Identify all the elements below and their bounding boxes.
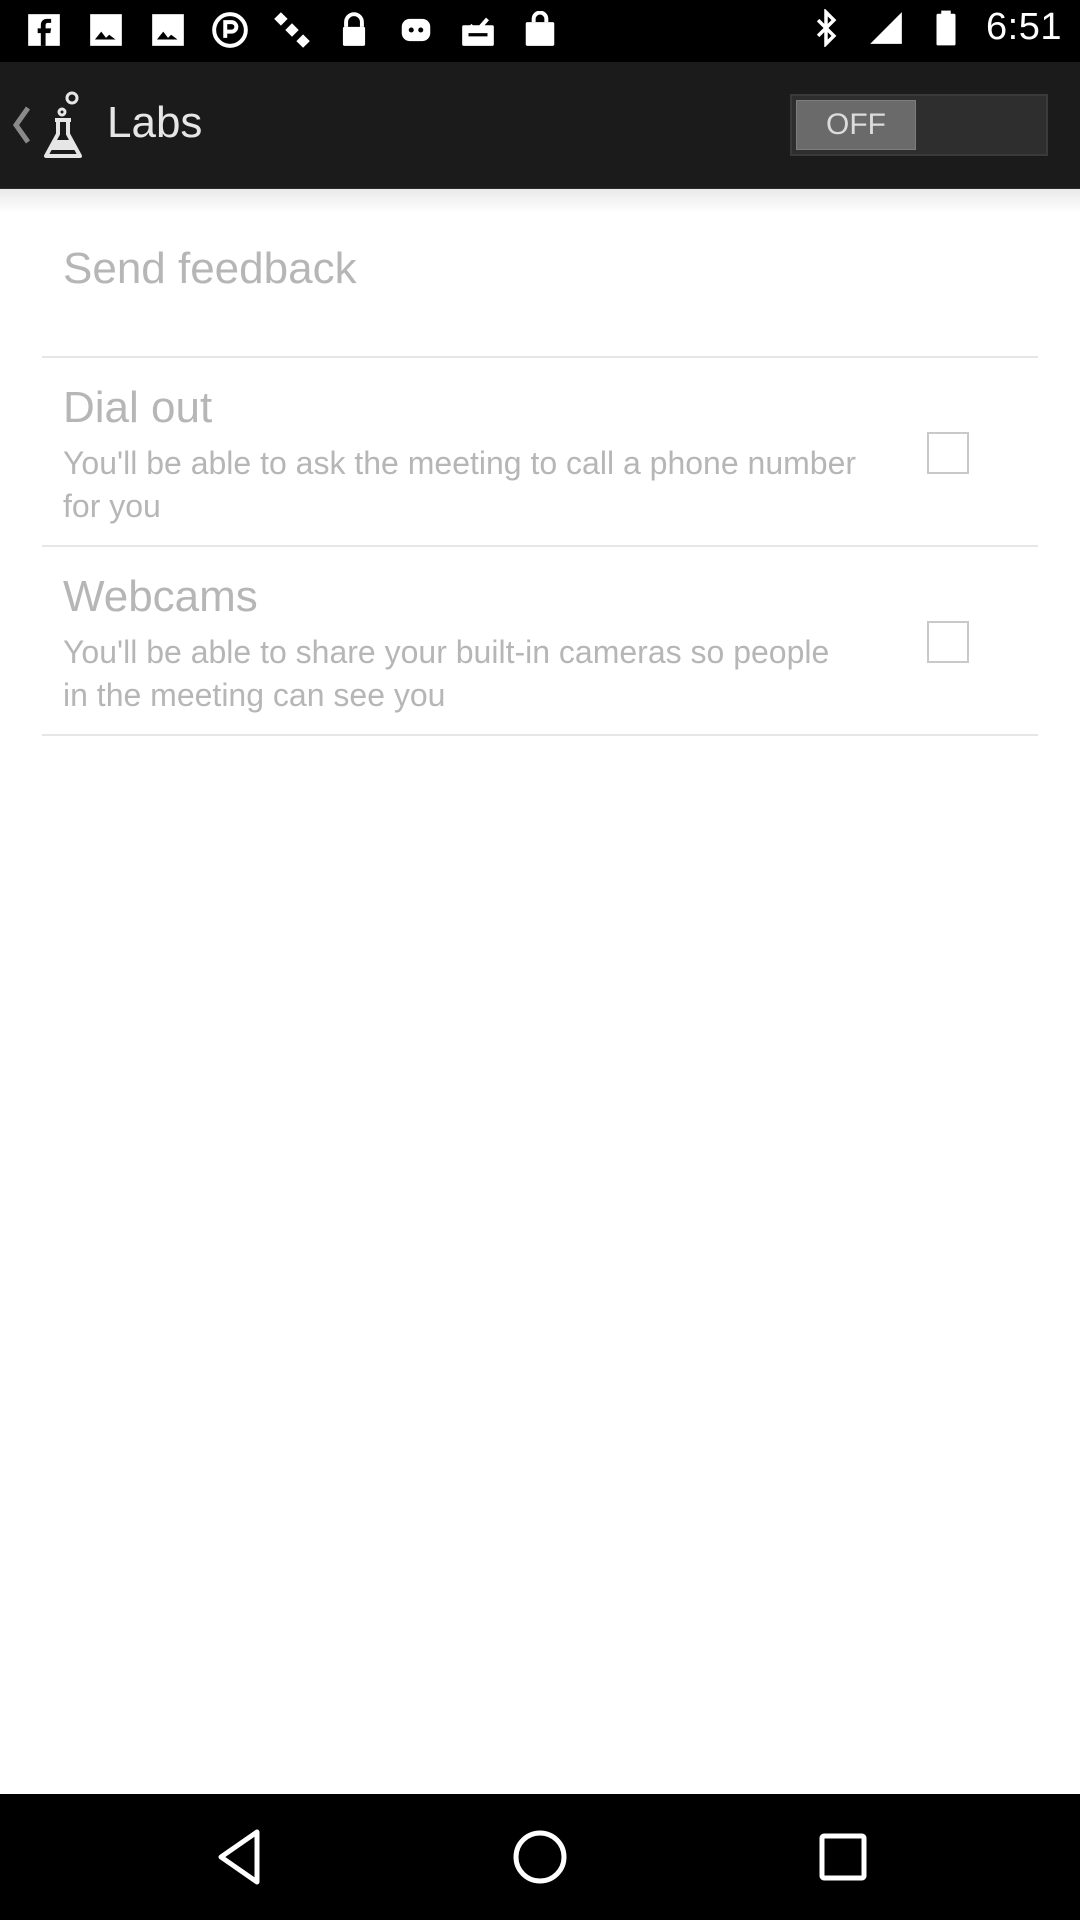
dial-out-description: You'll be able to ask the meeting to cal… — [63, 445, 857, 524]
robot-icon — [396, 10, 436, 50]
circle-p-icon — [210, 10, 250, 50]
bluetooth-icon — [806, 8, 846, 48]
signal-icon — [866, 8, 906, 48]
chevron-left-icon[interactable] — [8, 102, 34, 148]
status-bar: 6:51 — [0, 0, 1080, 62]
lock-icon — [334, 10, 374, 50]
inbox-check-icon — [458, 10, 498, 50]
home-icon[interactable] — [507, 1824, 573, 1890]
status-time: 6:51 — [986, 6, 1062, 48]
notification-icons — [24, 10, 560, 50]
back-icon[interactable] — [207, 1824, 273, 1890]
labs-toggle[interactable]: OFF — [790, 94, 1048, 156]
facebook-icon — [24, 10, 64, 50]
flask-icon[interactable] — [38, 90, 88, 162]
send-feedback-item[interactable]: Send feedback — [63, 244, 357, 294]
divider — [42, 734, 1038, 736]
divider — [42, 545, 1038, 547]
dial-out-title: Dial out — [63, 383, 213, 432]
bag-icon — [520, 10, 560, 50]
webcams-checkbox[interactable] — [927, 621, 969, 663]
action-bar: Labs OFF — [0, 62, 1080, 190]
battery-icon — [926, 8, 966, 48]
divider — [42, 356, 1038, 358]
satellite-icon — [272, 10, 312, 50]
page-title: Labs — [107, 98, 203, 147]
webcams-title: Webcams — [63, 572, 258, 621]
content-shadow — [0, 189, 1080, 213]
webcams-description: You'll be able to share your built-in ca… — [63, 634, 830, 713]
toggle-label: OFF — [796, 100, 916, 150]
image-icon — [86, 10, 126, 50]
image-icon — [148, 10, 188, 50]
navigation-bar — [0, 1794, 1080, 1920]
dial-out-checkbox[interactable] — [927, 432, 969, 474]
system-icons: 6:51 — [806, 6, 1062, 49]
recents-icon[interactable] — [810, 1824, 876, 1890]
